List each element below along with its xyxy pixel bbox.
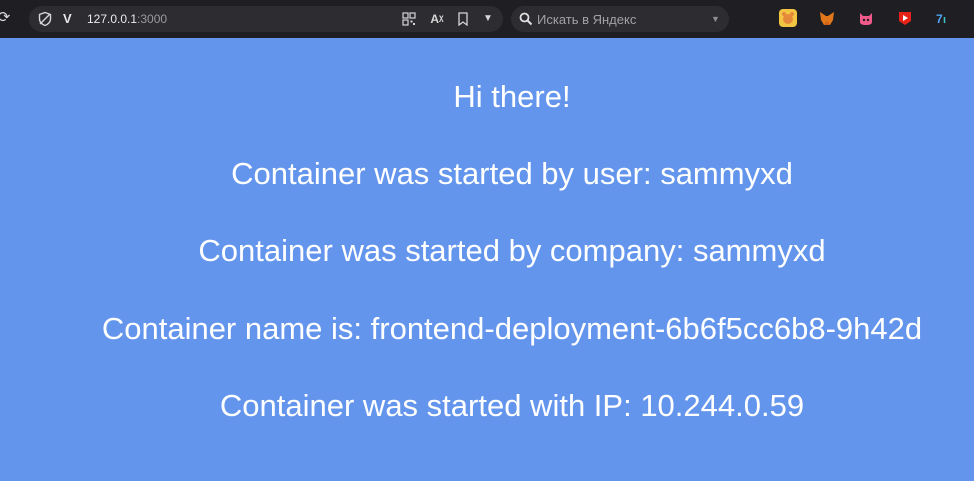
- search-input[interactable]: [537, 10, 705, 28]
- translate-icon[interactable]: Aᵡ: [428, 10, 446, 28]
- metamask-fox-icon[interactable]: [818, 9, 836, 27]
- page-content: Hi there! Container was started by user:…: [0, 38, 974, 481]
- youtube-icon[interactable]: [896, 9, 914, 27]
- yandex-search-box[interactable]: ▼: [511, 6, 729, 32]
- svg-text:ι: ι: [943, 14, 946, 26]
- vpn-icon[interactable]: V: [63, 11, 72, 27]
- reload-icon[interactable]: ⟳: [0, 8, 14, 28]
- cat-extension-icon[interactable]: [857, 9, 875, 27]
- svg-text:7: 7: [936, 12, 943, 26]
- shield-icon[interactable]: [37, 11, 53, 27]
- url-host: 127.0.0.1: [87, 12, 138, 26]
- address-bar[interactable]: V 127.0.0.1:3000 Aᵡ ▼: [29, 6, 503, 32]
- container-name-text: Container name is: frontend-deployment-6…: [101, 311, 923, 346]
- greeting-text: Hi there!: [453, 79, 571, 114]
- bookmark-icon[interactable]: [454, 10, 472, 28]
- started-by-company-text: Container was started by company: sammyx…: [198, 233, 826, 268]
- browser-toolbar: ⟳ V 127.0.0.1:3000 Aᵡ ▼ Искать в Яндекс …: [0, 0, 974, 38]
- chevron-down-icon[interactable]: ▼: [480, 10, 496, 28]
- bear-extension-icon[interactable]: [779, 9, 797, 27]
- started-by-user-text: Container was started by user: sammyxd: [231, 156, 793, 191]
- container-ip-text: Container was started with IP: 10.244.0.…: [219, 388, 805, 423]
- search-dropdown-icon[interactable]: ▼: [711, 12, 720, 26]
- url-port: :3000: [137, 12, 168, 26]
- search-icon: [519, 12, 533, 26]
- translate-extension-icon[interactable]: 7ι: [935, 9, 953, 27]
- url-text[interactable]: 127.0.0.1:3000: [87, 12, 167, 26]
- qr-code-icon[interactable]: [400, 10, 418, 28]
